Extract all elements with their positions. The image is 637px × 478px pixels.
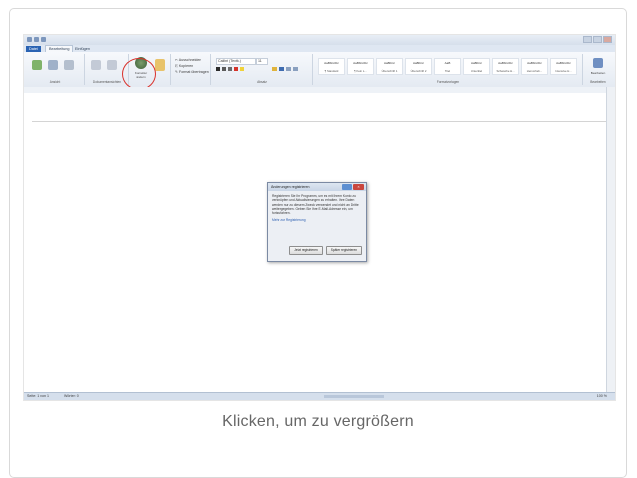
style-name: Titel	[444, 69, 451, 73]
format-buttons	[216, 67, 266, 72]
highlight-color-icon[interactable]	[240, 67, 244, 71]
edit-button[interactable]: Bearbeiten	[584, 71, 612, 75]
cut-item[interactable]: ✂ Ausschneiden	[175, 58, 201, 62]
save-icon[interactable]	[27, 37, 32, 42]
style-name: Hervorheb...	[526, 69, 543, 73]
caption: Klicken, um zu vergrößern	[222, 413, 414, 430]
page-divider	[32, 121, 607, 122]
redo-icon[interactable]	[41, 37, 46, 42]
dialog-close-button[interactable]: ×	[353, 184, 364, 190]
style-item[interactable]: AaBbCcDc ¶ Kein L...	[347, 58, 374, 75]
font-color-icon[interactable]	[234, 67, 238, 71]
status-page: Seite: 1 von 1	[27, 394, 49, 398]
layout-icon[interactable]	[91, 60, 101, 70]
style-name: Intensive H...	[555, 69, 572, 73]
register-dialog: Änderungen registrieren × Registrieren S…	[267, 182, 367, 262]
maximize-button[interactable]	[593, 36, 602, 43]
style-item[interactable]: AaBbCcDc Schwache H...	[492, 58, 519, 75]
register-later-button[interactable]: Später registrieren	[325, 246, 362, 255]
document-icon[interactable]	[64, 60, 74, 70]
status-words: Wörter: 0	[64, 394, 79, 398]
style-preview: AaBbCcDc	[353, 61, 368, 65]
paragraph-buttons	[272, 67, 306, 72]
page-icon[interactable]	[48, 60, 58, 70]
style-item[interactable]: AaBbCc Überschrift 2	[405, 58, 432, 75]
edit-icon[interactable]	[593, 58, 603, 68]
screenshot-thumbnail[interactable]: Datei Bearbeitung Einfügen Ansicht Dokum…	[23, 34, 616, 401]
align-center-icon[interactable]	[279, 67, 284, 71]
dialog-link[interactable]: Mehr zur Registrierung	[268, 218, 366, 222]
format-painter-item[interactable]: ✎ Format übertragen	[175, 70, 209, 74]
style-name: ¶ Standard	[324, 69, 339, 73]
style-name: Schwache H...	[496, 69, 515, 73]
style-preview: AaBbCcDc	[498, 61, 513, 65]
help-button[interactable]	[342, 184, 352, 190]
style-item[interactable]: AaBbCc Überschrift 1	[376, 58, 403, 75]
style-preview: AaBbCc	[383, 61, 395, 65]
undo-icon[interactable]	[34, 37, 39, 42]
ribbon-group-font-paragraph: Calibri (Textk.) 11 Absatz	[212, 54, 313, 85]
status-bar: Seite: 1 von 1 Wörter: 0 100 %	[24, 392, 615, 400]
align-right-icon[interactable]	[286, 67, 291, 71]
quick-access-toolbar[interactable]	[27, 37, 53, 43]
dialog-buttons: Jetzt registrieren Später registrieren	[289, 246, 362, 255]
italic-icon[interactable]	[222, 67, 226, 71]
vertical-scrollbar[interactable]	[606, 87, 615, 395]
ribbon-group-view: Ansicht	[26, 54, 85, 85]
style-preview: AaBbCcDc	[324, 61, 339, 65]
highlight-circle	[122, 58, 156, 90]
ribbon-group-styles: AaBbCcDc ¶ Standard AaBbCcDc ¶ Kein L... AaB…	[314, 54, 583, 85]
minimize-button[interactable]	[583, 36, 592, 43]
style-preview: AaBbCc	[470, 61, 482, 65]
status-scroll[interactable]	[324, 395, 384, 398]
style-name: Überschrift 2	[410, 69, 427, 73]
copy-item[interactable]: ⎘ Kopieren	[175, 64, 193, 68]
window-titlebar	[24, 35, 615, 45]
style-item[interactable]: AaB Titel	[434, 58, 461, 75]
ribbon-group-clipboard: ✂ Ausschneiden ⎘ Kopieren ✎ Format übert…	[172, 54, 211, 85]
style-item[interactable]: AaBbCc Untertitel	[463, 58, 490, 75]
style-name: Untertitel	[470, 69, 483, 73]
style-name: Überschrift 1	[381, 69, 398, 73]
ribbon-group-editing: Bearbeiten Bearbeiten	[584, 54, 612, 85]
ribbon-tabs: Datei Bearbeitung Einfügen	[24, 45, 615, 53]
underline-icon[interactable]	[228, 67, 232, 71]
font-size-select[interactable]: 11	[256, 58, 268, 65]
style-item[interactable]: AaBbCcDc Intensive H...	[550, 58, 577, 75]
style-preview: AaBbCcDc	[556, 61, 571, 65]
bold-icon[interactable]	[216, 67, 220, 71]
zoom-level[interactable]: 100 %	[597, 394, 607, 398]
dialog-titlebar: Änderungen registrieren ×	[268, 183, 366, 191]
align-left-icon[interactable]	[272, 67, 277, 71]
green-arrow-icon[interactable]	[32, 60, 42, 70]
style-item[interactable]: AaBbCcDc ¶ Standard	[318, 58, 345, 75]
dialog-title: Änderungen registrieren	[271, 185, 310, 189]
style-preview: AaBbCcDc	[527, 61, 542, 65]
paste-icon[interactable]	[155, 59, 165, 71]
register-now-button[interactable]: Jetzt registrieren	[289, 246, 323, 255]
ribbon: Ansicht Dokumentansichten Korrektur ände…	[24, 52, 615, 88]
style-name: ¶ Kein L...	[354, 69, 367, 73]
close-button[interactable]	[603, 36, 612, 43]
style-item[interactable]: AaBbCcDc Hervorheb...	[521, 58, 548, 75]
style-preview: AaBbCc	[412, 61, 424, 65]
window-controls	[583, 36, 612, 43]
dialog-text: Registrieren Sie Ihr Programm, um es mit…	[272, 194, 359, 216]
justify-icon[interactable]	[293, 67, 298, 71]
font-name-select[interactable]: Calibri (Textk.)	[216, 58, 256, 65]
style-preview: AaB	[444, 61, 451, 65]
outline-icon[interactable]	[107, 60, 117, 70]
